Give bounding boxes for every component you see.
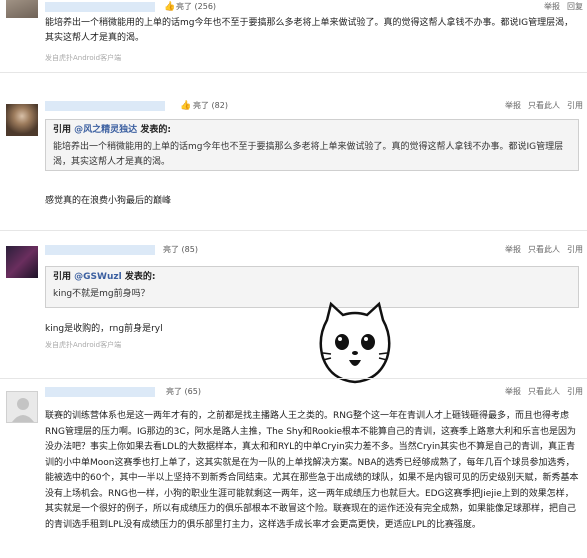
quote-link[interactable]: 引用 xyxy=(567,245,583,255)
report-link[interactable]: 举报 xyxy=(505,245,521,255)
like-count[interactable]: 亮了 (256) xyxy=(176,2,216,12)
comment-text: 能培养出一个稍微能用的上单的话mg今年也不至于要搞那么多老将上单来做试验了。真的… xyxy=(45,18,574,43)
avatar[interactable] xyxy=(6,0,38,18)
view-only-this-user-link[interactable]: 只看此人 xyxy=(528,387,560,397)
client-source: 发自虎扑Android客户端 xyxy=(45,341,122,349)
like-count[interactable]: 亮了 (65) xyxy=(166,387,201,397)
username-blurred[interactable] xyxy=(45,101,165,111)
username-blurred[interactable] xyxy=(45,245,155,255)
cat-face-sticker xyxy=(319,301,391,384)
thumb-up-icon[interactable]: 👍 xyxy=(164,2,175,12)
quote-header: 引用 @GSWuzl 发表的: xyxy=(53,272,156,282)
comment-post-1: 👍 亮了 (256) 举报 回复 能培养出一个稍微能用的上单的话mg今年也不至于… xyxy=(0,0,587,70)
comment-post-2: 👍 亮了 (82) 举报 只看此人 引用 引用 @风之精灵独达 发表的: 能培养… xyxy=(0,96,587,226)
quote-link[interactable]: 引用 xyxy=(567,101,583,111)
quoted-user-link[interactable]: @GSWuzl xyxy=(74,272,122,282)
avatar-placeholder[interactable] xyxy=(6,391,38,423)
client-source: 发自虎扑Android客户端 xyxy=(45,54,122,62)
divider xyxy=(0,378,587,379)
username-blurred[interactable] xyxy=(45,2,155,12)
report-link[interactable]: 举报 xyxy=(544,2,560,12)
view-only-this-user-link[interactable]: 只看此人 xyxy=(528,101,560,111)
report-link[interactable]: 举报 xyxy=(505,387,521,397)
post-actions: 举报 回复 xyxy=(544,2,583,12)
quote-link[interactable]: 引用 xyxy=(567,387,583,397)
divider xyxy=(0,72,587,73)
quote-header: 引用 @风之精灵独达 发表的: xyxy=(53,125,171,135)
comment-text: 联赛的训练营体系也是这一两年才有的，之前都是找主播路人王之类的。RNG整个这一年… xyxy=(45,411,579,530)
view-only-this-user-link[interactable]: 只看此人 xyxy=(528,245,560,255)
quote-box: 引用 @风之精灵独达 发表的: 能培养出一个稍微能用的上单的话mg今年也不至于要… xyxy=(45,119,579,171)
username-blurred[interactable] xyxy=(45,387,155,397)
post-actions: 举报 只看此人 引用 xyxy=(505,387,583,397)
comment-post-4: 亮了 (65) 举报 只看此人 引用 联赛的训练营体系也是这一两年才有的，之前都… xyxy=(0,385,587,558)
thumb-up-icon[interactable]: 👍 xyxy=(180,101,191,111)
like-count[interactable]: 亮了 (85) xyxy=(163,245,198,255)
quoted-user-link[interactable]: @风之精灵独达 xyxy=(74,125,137,135)
post-actions: 举报 只看此人 引用 xyxy=(505,245,583,255)
avatar[interactable] xyxy=(6,104,38,136)
like-count[interactable]: 亮了 (82) xyxy=(193,101,228,111)
comment-post-3: 亮了 (85) 举报 只看此人 引用 引用 @GSWuzl 发表的: king不… xyxy=(0,240,587,355)
post-actions: 举报 只看此人 引用 xyxy=(505,101,583,111)
comment-text: 感觉真的在浪费小狗最后的巅峰 xyxy=(45,196,172,206)
reply-link[interactable]: 回复 xyxy=(567,2,583,12)
avatar[interactable] xyxy=(6,246,38,278)
quote-text: 能培养出一个稍微能用的上单的话mg今年也不至于要搞那么多老将上单来做试验了。真的… xyxy=(53,142,564,167)
divider xyxy=(0,230,587,231)
report-link[interactable]: 举报 xyxy=(505,101,521,111)
default-user-icon xyxy=(12,398,34,422)
